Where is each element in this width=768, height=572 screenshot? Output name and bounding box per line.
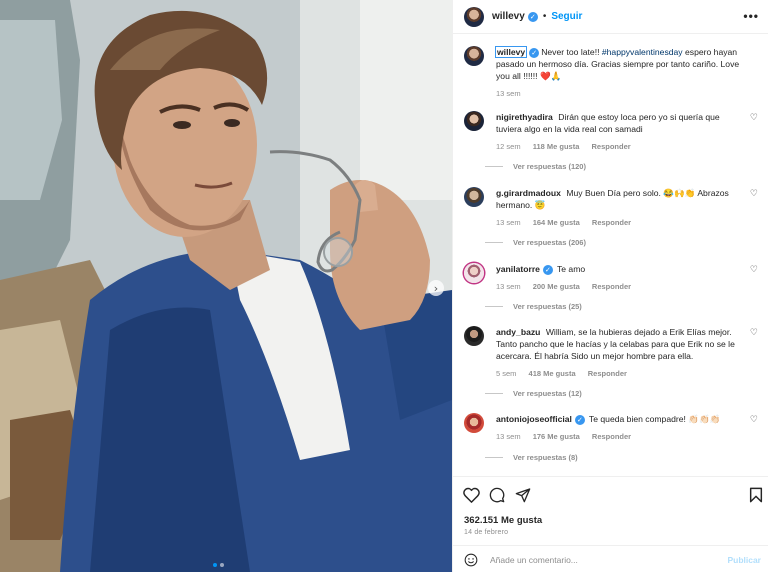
post-photo[interactable]: › xyxy=(0,0,452,572)
comment-text: Te amo xyxy=(556,264,586,274)
comment-likes[interactable]: 164 Me gusta xyxy=(533,218,580,227)
caption-body: willevy ✓ Never too late!! #happyvalentine… xyxy=(494,46,746,100)
comment-avatar[interactable] xyxy=(464,326,484,346)
follow-button[interactable]: Seguir xyxy=(551,11,582,22)
carousel-dot xyxy=(220,563,224,567)
verified-icon: ✓ xyxy=(529,47,540,58)
comment-meta: 13 sem 176 Me gusta Responder xyxy=(496,431,746,443)
comment-body: g.girardmadoux Muy Buen Día pero solo. 😂… xyxy=(496,187,746,229)
comment-likes[interactable]: 118 Me gusta xyxy=(533,142,580,151)
comment-meta: 13 sem 164 Me gusta Responder xyxy=(496,217,746,229)
like-comment-heart-icon[interactable]: ♡ xyxy=(750,415,758,425)
comment-time[interactable]: 5 sem xyxy=(496,369,516,378)
comment-body: yanilatorre ✓ Te amo 13 sem 200 Me gusta R… xyxy=(496,263,746,293)
post-side-panel: willevy ✓ • Seguir ••• willevy ✓ Never too… xyxy=(452,0,768,572)
comment-likes[interactable]: 200 Me gusta xyxy=(533,282,580,291)
post-date[interactable]: 14 de febrero xyxy=(464,529,508,536)
like-comment-heart-icon[interactable]: ♡ xyxy=(750,328,758,338)
like-heart-icon[interactable] xyxy=(463,487,480,503)
comment-body: nigirethyadira Dirán que estoy loca pero… xyxy=(496,111,746,153)
view-replies-button[interactable]: Ver respuestas (120) xyxy=(485,162,586,171)
comment-input[interactable] xyxy=(490,554,710,565)
post-header: willevy ✓ • Seguir ••• xyxy=(453,0,768,34)
comment-likes[interactable]: 418 Me gusta xyxy=(529,369,576,378)
comment-time[interactable]: 13 sem xyxy=(496,432,521,441)
comment-username[interactable]: yanilatorre xyxy=(496,264,540,274)
caption-hashtag[interactable]: #happyvalentinesday xyxy=(602,47,683,57)
comment-time[interactable]: 13 sem xyxy=(496,218,521,227)
comment-likes[interactable]: 176 Me gusta xyxy=(533,432,580,441)
comments-list[interactable]: willevy ✓ Never too late!! #happyvalentine… xyxy=(453,35,768,476)
comment-username[interactable]: nigirethyadira xyxy=(496,112,553,122)
carousel-indicator xyxy=(213,563,224,567)
caption-username[interactable]: willevy xyxy=(494,46,528,58)
post-photo-illustration xyxy=(0,0,452,572)
like-comment-heart-icon[interactable]: ♡ xyxy=(750,113,758,123)
view-replies-button[interactable]: Ver respuestas (25) xyxy=(485,302,582,311)
caption-time[interactable]: 13 sem xyxy=(496,89,521,98)
reply-button[interactable]: Responder xyxy=(592,142,631,151)
like-count[interactable]: 362.151 Me gusta xyxy=(464,515,542,526)
carousel-dot-active xyxy=(213,563,217,567)
comment-body: antoniojoseofficial ✓ Te queda bien compad… xyxy=(496,413,746,443)
caption-meta: 13 sem xyxy=(496,88,746,100)
comment-username[interactable]: g.girardmadoux xyxy=(496,188,561,198)
view-replies-button[interactable]: Ver respuestas (206) xyxy=(485,238,586,247)
publish-button[interactable]: Publicar xyxy=(727,555,761,565)
reply-button[interactable]: Responder xyxy=(588,369,627,378)
comment-bubble-icon[interactable] xyxy=(489,487,505,503)
caption-text: Never too late!! xyxy=(541,47,602,57)
add-comment-bar: Publicar xyxy=(453,545,768,572)
reply-button[interactable]: Responder xyxy=(592,218,631,227)
author-avatar[interactable] xyxy=(464,6,484,27)
view-replies-button[interactable]: Ver respuestas (12) xyxy=(485,389,582,398)
comment-avatar[interactable] xyxy=(464,111,484,131)
save-bookmark-icon[interactable] xyxy=(749,487,763,503)
verified-icon: ✓ xyxy=(542,264,553,275)
like-comment-heart-icon[interactable]: ♡ xyxy=(750,189,758,199)
emoji-icon[interactable] xyxy=(464,553,478,567)
verified-icon: ✓ xyxy=(527,11,538,22)
verified-icon: ✓ xyxy=(574,414,585,425)
comment-meta: 5 sem 418 Me gusta Responder xyxy=(496,368,746,380)
header-separator: • xyxy=(542,11,547,22)
comment-avatar[interactable] xyxy=(464,413,484,433)
more-options-icon[interactable]: ••• xyxy=(743,9,759,23)
caption-avatar[interactable] xyxy=(464,46,484,66)
like-comment-heart-icon[interactable]: ♡ xyxy=(750,265,758,275)
comment-meta: 12 sem 118 Me gusta Responder xyxy=(496,141,746,153)
comment-avatar[interactable] xyxy=(464,263,484,283)
comment-username[interactable]: antoniojoseofficial xyxy=(496,414,572,424)
share-send-icon[interactable] xyxy=(515,487,531,503)
reply-button[interactable]: Responder xyxy=(592,282,631,291)
comment-avatar[interactable] xyxy=(464,187,484,207)
comment-body: andy_bazu William, se la hubieras dejado… xyxy=(496,326,746,380)
reply-button[interactable]: Responder xyxy=(592,432,631,441)
post-actions: 362.151 Me gusta 14 de febrero Publicar xyxy=(453,476,768,572)
author-username[interactable]: willevy xyxy=(492,11,525,22)
comment-meta: 13 sem 200 Me gusta Responder xyxy=(496,281,746,293)
comment-text: Te queda bien compadre! 👏🏻👏🏻👏🏻 xyxy=(588,414,721,424)
comment-time[interactable]: 12 sem xyxy=(496,142,521,151)
view-replies-button[interactable]: Ver respuestas (8) xyxy=(485,453,578,462)
comment-username[interactable]: andy_bazu xyxy=(496,327,540,337)
carousel-next-button[interactable]: › xyxy=(428,280,444,296)
comment-time[interactable]: 13 sem xyxy=(496,282,521,291)
